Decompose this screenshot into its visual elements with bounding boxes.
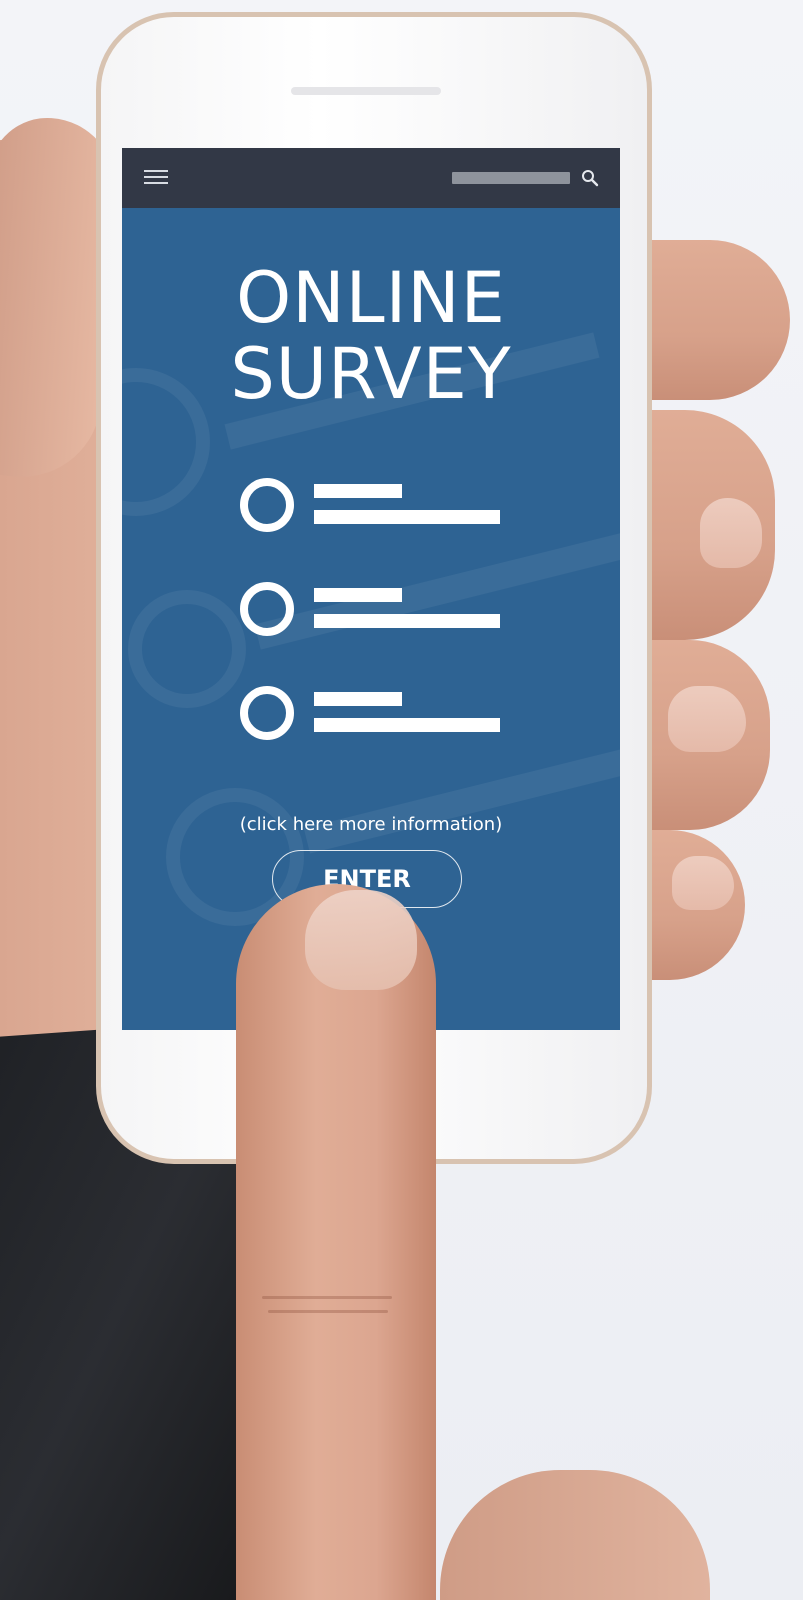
- option-text-placeholder: [314, 510, 500, 524]
- page-title: ONLINE SURVEY: [122, 260, 620, 412]
- option-text-placeholder: [314, 588, 402, 602]
- survey-option-1[interactable]: [240, 476, 510, 536]
- hamburger-menu-icon[interactable]: [144, 170, 168, 184]
- title-line-1: ONLINE: [236, 257, 506, 339]
- phone-speaker: [291, 87, 441, 95]
- knuckle-crease: [268, 1310, 388, 1313]
- knuckle-crease: [262, 1296, 392, 1299]
- app-top-bar: [122, 148, 620, 208]
- pointing-finger: [236, 884, 436, 1600]
- survey-option-3[interactable]: [240, 684, 510, 744]
- radio-circle-icon[interactable]: [240, 582, 294, 636]
- option-text-placeholder: [314, 484, 402, 498]
- search-icon[interactable]: [580, 168, 600, 188]
- fingernail: [672, 856, 734, 910]
- search-input[interactable]: [452, 172, 570, 184]
- pointing-hand-thumb: [440, 1470, 710, 1600]
- background-decoration: [303, 748, 620, 854]
- survey-option-2[interactable]: [240, 580, 510, 640]
- radio-circle-icon[interactable]: [240, 686, 294, 740]
- title-line-2: SURVEY: [230, 333, 512, 415]
- option-text-placeholder: [314, 614, 500, 628]
- background-decoration: [128, 590, 246, 708]
- fingernail: [305, 890, 417, 990]
- option-text-placeholder: [314, 692, 402, 706]
- fingernail: [700, 498, 762, 568]
- fingernail: [668, 686, 746, 752]
- photo-scene: ONLINE SURVEY (click here more informati…: [0, 0, 803, 1600]
- option-text-placeholder: [314, 718, 500, 732]
- more-info-link[interactable]: (click here more information): [122, 814, 620, 835]
- radio-circle-icon[interactable]: [240, 478, 294, 532]
